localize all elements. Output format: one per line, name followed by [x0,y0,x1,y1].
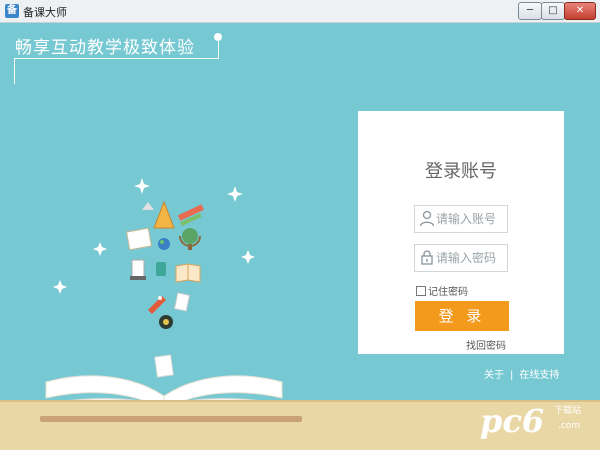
maximize-button[interactable]: □ [541,2,565,20]
open-book-icon [175,263,201,283]
user-icon [419,210,435,227]
username-input[interactable] [436,209,504,228]
title-bar[interactable]: 备 备课大师 ─ □ ✕ [0,0,600,23]
window-title: 备课大师 [23,6,67,19]
forgot-password-link[interactable]: 找回密码 [466,337,506,352]
watermark-domain: .com [558,421,580,431]
footer-links: 关于 | 在线支持 [484,366,559,381]
slogan-bracket-right [218,40,219,58]
sparkle-icon [53,178,255,294]
login-button[interactable]: 登 录 [415,301,509,331]
username-field[interactable] [414,205,508,233]
slogan-underline [14,58,219,59]
globe-icon [179,228,201,250]
about-link[interactable]: 关于 [484,370,504,381]
balance-icon [142,202,154,210]
earth-icon [158,238,170,250]
login-title: 登录账号 [425,161,497,182]
rocket-icon [148,296,166,314]
lock-icon [421,250,433,265]
book-cover [40,416,302,422]
page-icon [154,354,174,378]
watermark-logo: pc6 [480,402,544,440]
remember-checkbox[interactable] [416,286,426,296]
slogan-bracket-left [14,58,15,84]
microscope-icon [130,259,146,280]
notebook-icon [126,227,152,251]
online-support-link[interactable]: 在线支持 [519,370,559,381]
app-logo-icon: 备 [5,4,19,18]
beaker-icon [156,262,166,276]
triangle-ruler-icon [153,200,175,229]
password-field[interactable] [414,244,508,272]
paper-icon [173,292,191,312]
pc6-watermark: pc6 下载站 .com [480,402,581,440]
link-separator: | [510,370,514,381]
app-window: 备 备课大师 ─ □ ✕ 畅享互动教学极致体验 登录账号 请输入账号 记住密码 … [0,0,600,450]
watermark-site: 下载站 [554,404,581,416]
slogan-dot [214,33,222,41]
slogan-text: 畅享互动教学极致体验 [15,38,195,58]
remember-password[interactable]: 记住密码 [416,283,468,298]
password-input[interactable] [436,248,504,267]
minimize-button[interactable]: ─ [518,2,542,20]
close-button[interactable]: ✕ [564,2,596,20]
remember-label: 记住密码 [428,287,468,298]
education-illustration [39,178,289,423]
login-panel: 登录账号 记住密码 登 录 找回密码 [358,111,564,354]
